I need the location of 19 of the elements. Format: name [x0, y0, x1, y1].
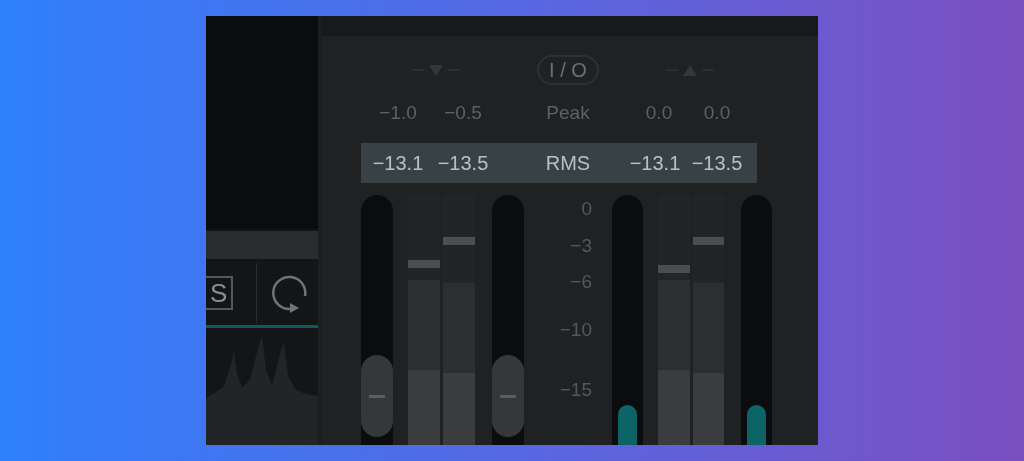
- scale-label: −10: [559, 320, 592, 340]
- io-button[interactable]: I / O: [537, 55, 599, 85]
- rms-value: −13.1: [628, 151, 682, 176]
- rms-value: −13.1: [371, 151, 425, 176]
- peak-value: −1.0: [378, 100, 418, 125]
- fader-handle[interactable]: [361, 355, 393, 437]
- peak-label: Peak: [546, 101, 590, 123]
- scale-label: −3: [570, 236, 592, 256]
- solo-button[interactable]: S: [206, 276, 234, 311]
- peak-value: −0.5: [443, 100, 483, 125]
- scale-label: 0: [581, 199, 592, 219]
- rms-value: −13.5: [690, 151, 744, 176]
- scale-label: −15: [559, 380, 592, 400]
- fader-handle[interactable]: [492, 355, 524, 437]
- scale-label: −6: [570, 272, 592, 292]
- peak-value: 0.0: [702, 100, 732, 125]
- peak-value: 0.0: [644, 100, 674, 125]
- rms-label: RMS: [545, 152, 591, 174]
- rms-value: −13.5: [436, 151, 490, 176]
